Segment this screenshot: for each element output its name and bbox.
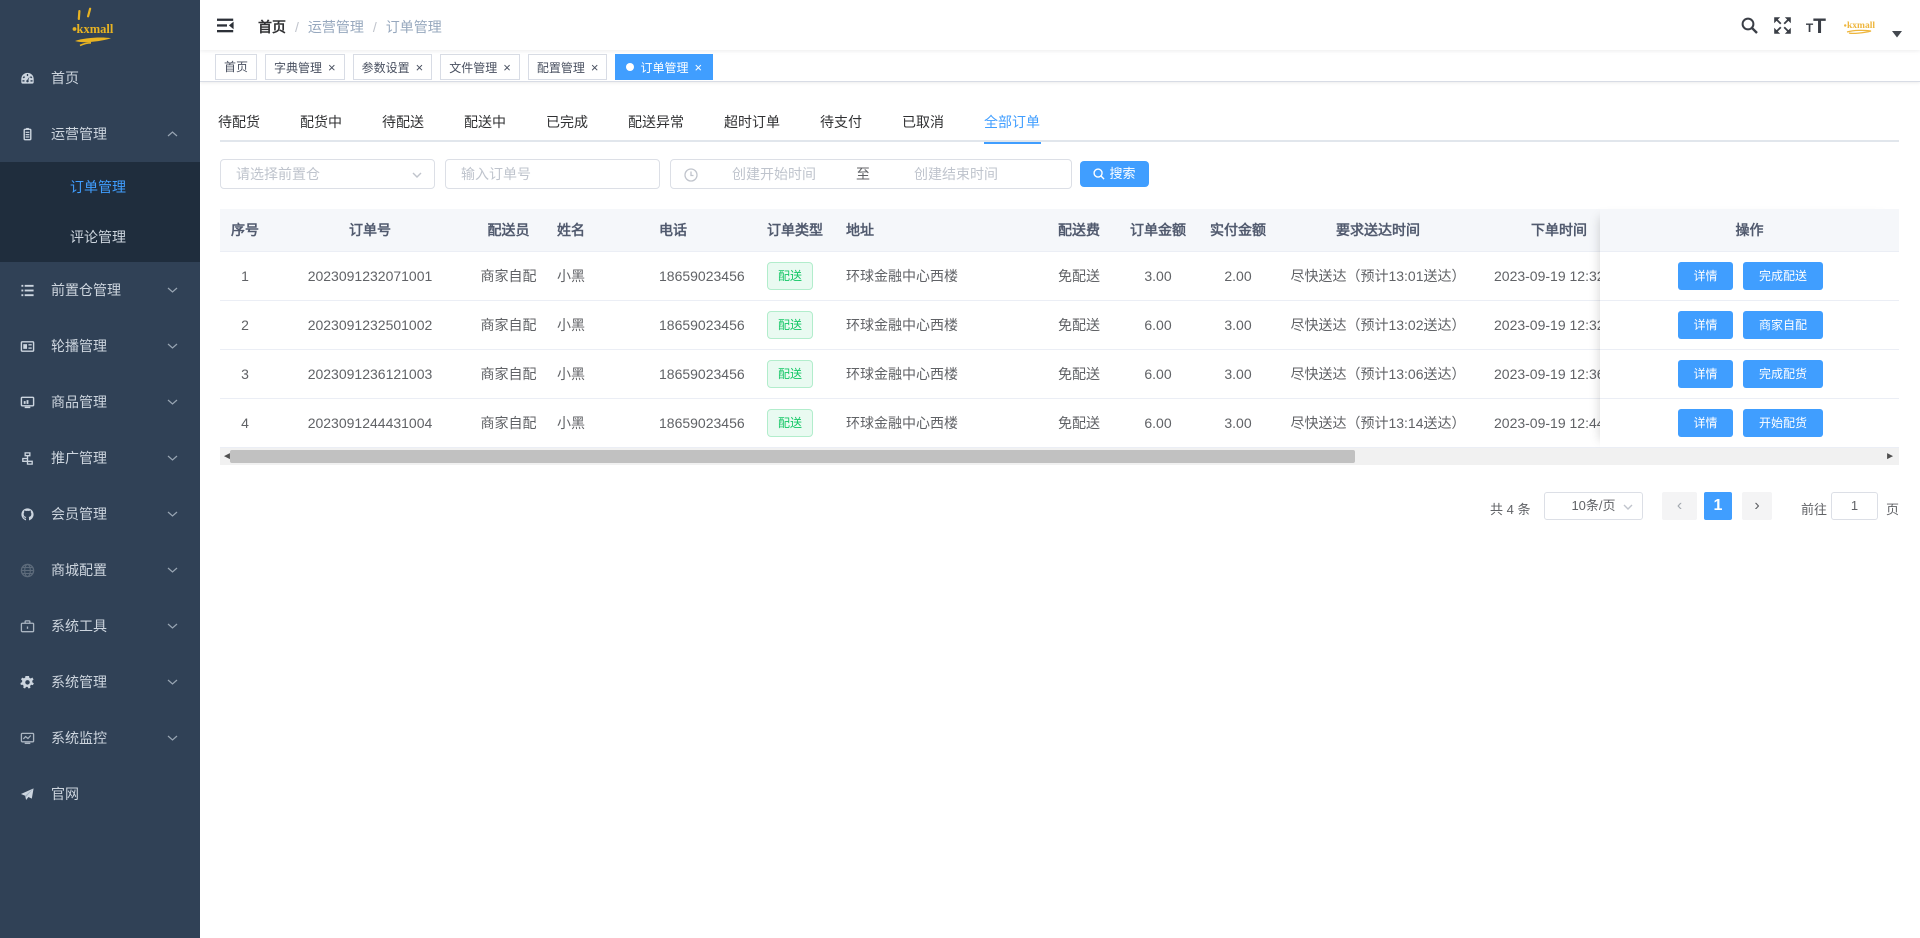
svg-text:kxmall: kxmall — [1847, 21, 1875, 31]
svg-text:kxmall: kxmall — [77, 22, 114, 36]
